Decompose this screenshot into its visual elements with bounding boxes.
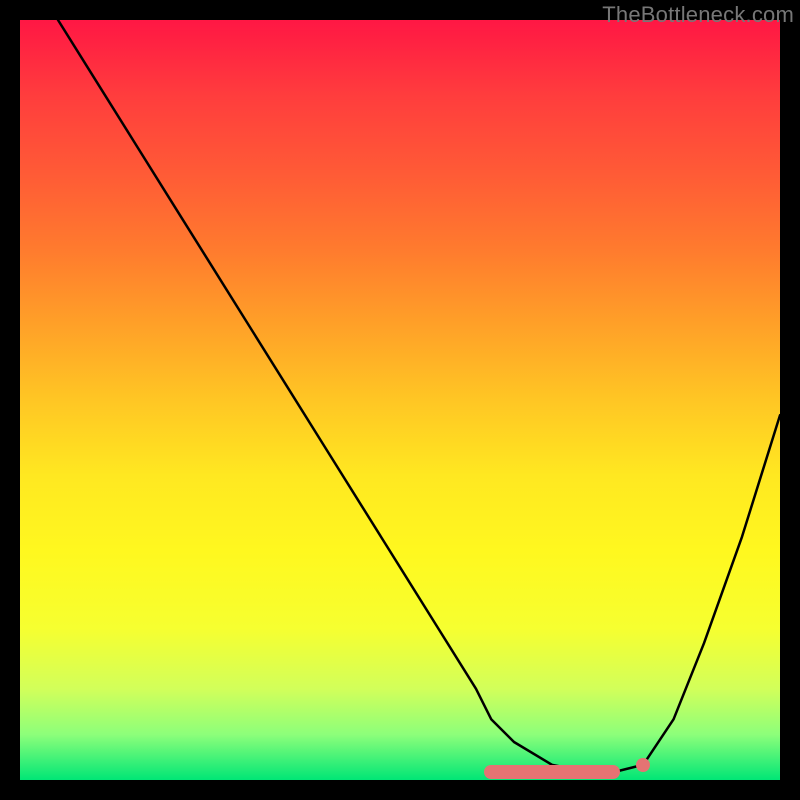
bottleneck-curve bbox=[20, 20, 780, 780]
optimal-range-marker bbox=[484, 765, 620, 779]
chart-container: TheBottleneck.com bbox=[0, 0, 800, 800]
plot-area bbox=[20, 20, 780, 780]
highlight-dot-icon bbox=[636, 758, 650, 772]
watermark-text: TheBottleneck.com bbox=[602, 2, 794, 28]
